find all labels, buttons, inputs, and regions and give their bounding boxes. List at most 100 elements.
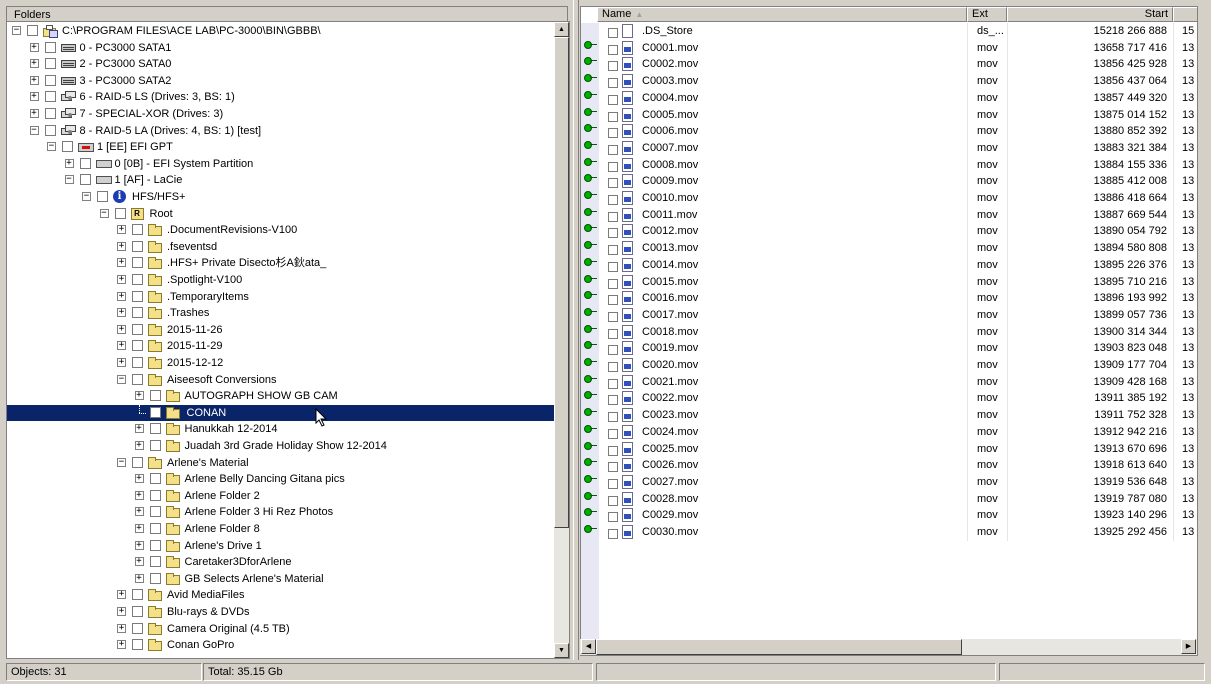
file-row[interactable]: .DS_Store ds_... 15218 266 888 15 [581,23,1197,39]
node-checkbox[interactable] [27,25,38,36]
node-checkbox[interactable] [97,191,108,202]
expand-icon[interactable]: + [117,258,126,268]
tree-node[interactable]: + Avid MediaFiles [7,587,554,603]
tree-node[interactable]: + Arlene Folder 2 [7,488,554,504]
node-checkbox[interactable] [79,174,91,186]
file-row[interactable]: C0015.mov mov 13895 710 216 13 [581,274,1197,290]
tree-node[interactable]: +0 [0B] - EFI System Partition [7,156,554,172]
tree-node[interactable]: +7 - SPECIAL-XOR (Drives: 3) [7,106,554,122]
tree-node[interactable]: + Arlene Folder 3 Hi Rez Photos [7,504,554,520]
node-checkbox[interactable] [149,506,161,518]
file-checkbox[interactable] [608,228,618,239]
node-checkbox[interactable] [44,108,56,119]
tree-node[interactable]: − Aiseesoft Conversions [7,372,554,388]
file-row[interactable]: C0022.mov mov 13911 385 192 13 [581,390,1197,406]
scroll-right-button[interactable]: ▶ [1181,639,1196,654]
file-checkbox[interactable] [608,94,618,105]
tree-node[interactable]: + Arlene Folder 8 [7,521,554,537]
file-checkbox[interactable] [608,195,618,205]
node-checkbox[interactable] [132,290,143,302]
node-checkbox[interactable] [149,539,161,551]
file-checkbox[interactable] [608,445,618,456]
file-checkbox[interactable] [608,178,618,189]
expand-icon[interactable]: + [29,109,39,118]
tree-node[interactable]: + Arlene's Drive 1 [7,538,554,554]
file-row[interactable]: C0017.mov mov 13899 057 736 13 [581,307,1197,323]
collapse-icon[interactable]: − [47,142,56,152]
tree-node[interactable]: +2015-11-26 [7,322,554,338]
node-checkbox[interactable] [149,523,161,534]
column-header-start[interactable]: Start [1007,7,1173,22]
file-row[interactable]: C0025.mov mov 13913 670 696 13 [581,441,1197,457]
file-checkbox[interactable] [608,462,618,473]
expand-icon[interactable]: + [134,540,144,550]
tree-node[interactable]: + AUTOGRAPH SHOW GB CAM [7,388,554,404]
tree-node[interactable]: +6 - RAID-5 LS (Drives: 3, BS: 1) [7,89,554,105]
file-row[interactable]: C0002.mov mov 13856 425 928 13 [581,56,1197,72]
expand-icon[interactable]: + [117,308,126,318]
file-row[interactable]: C0007.mov mov 13883 321 384 13 [581,140,1197,156]
node-checkbox[interactable] [44,124,56,136]
tree-node[interactable]: + Conan GoPro [7,637,554,653]
expand-icon[interactable]: + [134,507,144,517]
tree-node[interactable]: +0 - PC3000 SATA1 [7,40,554,56]
scroll-left-button[interactable]: ◀ [581,639,596,654]
file-row[interactable]: C0027.mov mov 13919 536 648 13 [581,474,1197,490]
file-checkbox[interactable] [608,161,618,172]
expand-icon[interactable]: + [117,225,126,235]
file-row[interactable]: C0021.mov mov 13909 428 168 13 [581,374,1197,390]
node-checkbox[interactable] [114,207,126,219]
tree-node[interactable]: + .DocumentRevisions-V100 [7,222,554,238]
file-checkbox[interactable] [608,295,618,306]
collapse-icon[interactable]: − [29,125,39,135]
scroll-down-button[interactable]: ▼ [554,643,569,658]
file-row[interactable]: C0013.mov mov 13894 580 808 13 [581,240,1197,256]
tree-node[interactable]: − C:\PROGRAM FILES\ACE LAB\PC-3000\BIN\GB… [7,23,554,39]
expand-icon[interactable]: + [29,42,39,52]
node-checkbox[interactable] [44,41,56,53]
file-row[interactable]: C0020.mov mov 13909 177 704 13 [581,357,1197,373]
file-row[interactable]: C0014.mov mov 13895 226 376 13 [581,257,1197,273]
file-checkbox[interactable] [608,428,618,439]
file-checkbox[interactable] [608,378,618,389]
expand-icon[interactable]: + [64,158,74,168]
node-checkbox[interactable] [62,141,73,153]
file-checkbox[interactable] [608,111,618,122]
file-checkbox[interactable] [608,395,618,406]
file-checkbox[interactable] [608,328,618,339]
node-checkbox[interactable] [132,224,143,236]
collapse-icon[interactable]: − [82,192,91,201]
file-row[interactable]: C0010.mov mov 13886 418 664 13 [581,190,1197,206]
expand-icon[interactable]: + [117,607,126,616]
expand-icon[interactable]: + [117,623,126,633]
file-list[interactable]: Name ▲ Ext Start .DS_Store ds_... 15218 266… [580,6,1198,656]
file-checkbox[interactable] [608,478,618,489]
expand-icon[interactable]: + [117,590,126,600]
file-row[interactable]: C0018.mov mov 13900 314 344 13 [581,324,1197,340]
tree-node[interactable]: − Arlene's Material [7,455,554,471]
scroll-thumb[interactable] [554,37,569,528]
node-checkbox[interactable] [149,556,161,568]
file-row[interactable]: C0030.mov mov 13925 292 456 13 [581,524,1197,540]
file-checkbox[interactable] [608,28,618,38]
node-checkbox[interactable] [149,406,161,418]
node-checkbox[interactable] [149,572,161,584]
expand-icon[interactable]: + [117,324,126,334]
tree-node-selected[interactable]: CONAN [7,404,554,421]
file-row[interactable]: C0012.mov mov 13890 054 792 13 [581,223,1197,239]
node-checkbox[interactable] [132,323,143,335]
file-checkbox[interactable] [608,529,618,539]
node-checkbox[interactable] [132,307,143,319]
expand-icon[interactable]: + [117,291,126,301]
node-checkbox[interactable] [79,157,91,169]
horizontal-scroll-thumb[interactable] [596,639,962,655]
file-row[interactable]: C0001.mov mov 13658 717 416 13 [581,40,1197,56]
collapse-icon[interactable]: − [12,26,21,35]
file-row[interactable]: C0011.mov mov 13887 669 544 13 [581,207,1197,223]
node-checkbox[interactable] [132,240,143,252]
file-row[interactable]: C0008.mov mov 13884 155 336 13 [581,157,1197,173]
tree-node[interactable]: − 8 - RAID-5 LA (Drives: 4, BS: 1) [test] [7,123,554,139]
tree-node[interactable]: + .Spotlight-V100 [7,272,554,288]
expand-icon[interactable]: + [117,640,126,650]
tree-node[interactable]: + .fseventsd [7,239,554,255]
